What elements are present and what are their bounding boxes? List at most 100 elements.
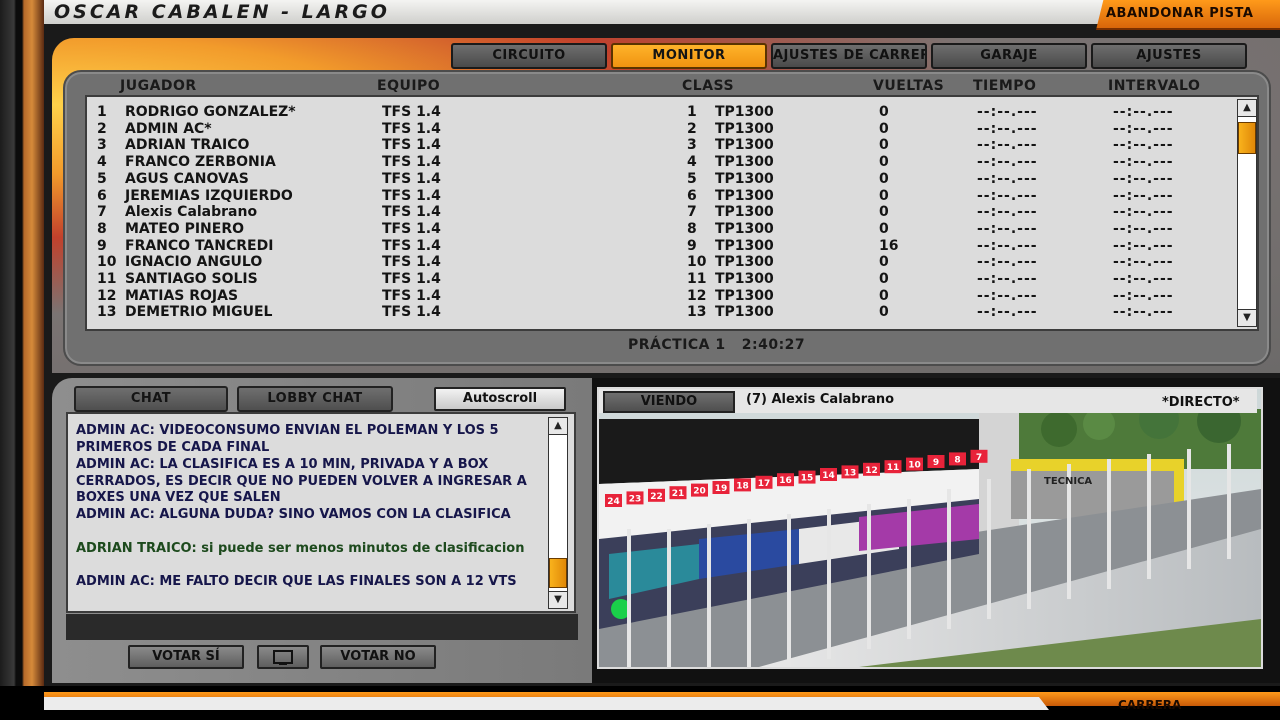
class-position: 4 [687,154,697,171]
vote-yes-button[interactable]: VOTAR SÍ [128,645,244,669]
scroll-thumb[interactable] [549,558,567,588]
table-row[interactable]: 9 FRANCO TANCREDI TFS 1.4 9 TP1300 16 --:--.--… [87,238,1227,255]
pit-number: 12 [865,466,878,476]
pit-number-board: 20 [691,483,708,497]
table-row[interactable]: 2 ADMIN AC* TFS 1.4 2 TP1300 0 --:--.--- --:--.… [87,121,1227,138]
class-position: 8 [687,220,697,237]
scroll-down-icon[interactable]: ▼ [548,591,568,609]
table-row[interactable]: 1 RODRIGO GONZALEZ* TFS 1.4 1 TP1300 0 --:--.-… [87,104,1227,121]
lobby-chat-tab-button[interactable]: LOBBY CHAT [237,386,393,412]
table-row[interactable]: 12 MATIAS ROJAS TFS 1.4 12 TP1300 0 --:--.--- -… [87,288,1227,305]
class-name: TP1300 [715,304,774,321]
player-name: DEMETRIO MIGUEL [125,304,273,321]
lap-time: --:--.--- [977,170,1038,187]
pit-number-board: 17 [755,475,773,489]
table-row[interactable]: 11 SANTIAGO SOLIS TFS 1.4 11 TP1300 0 --:--.--… [87,271,1227,288]
position: 2 [97,120,107,137]
position: 12 [97,287,117,304]
viewing-button[interactable]: VIENDO [603,391,735,413]
table-row[interactable]: 4 FRANCO ZERBONIA TFS 1.4 4 TP1300 0 --:--.---… [87,154,1227,171]
team-name: TFS 1.4 [382,170,441,187]
tab-circuito[interactable]: CIRCUITO [451,43,607,69]
laps-count: 0 [879,254,889,271]
pit-number: 15 [801,474,814,484]
pit-number: 13 [844,468,857,478]
chat-tab-button[interactable]: CHAT [74,386,228,412]
tab-race-settings[interactable]: AJUSTES DE CARRERA [771,43,927,69]
class-name: TP1300 [715,220,774,237]
player-name: RODRIGO GONZALEZ* [125,104,296,120]
lap-time: --:--.--- [977,204,1038,221]
pit-number: 22 [650,492,663,502]
team-name: TFS 1.4 [382,120,441,137]
player-name: ADRIAN TRAICO [125,137,250,154]
pit-number-board: 21 [669,486,687,500]
pit-number-board: 19 [712,481,730,494]
monitor-toggle-button[interactable] [257,645,309,669]
scroll-thumb[interactable] [1238,122,1256,154]
class-name: TP1300 [715,154,774,171]
scroll-up-icon[interactable]: ▲ [1237,99,1257,117]
tab-garage[interactable]: GARAJE [931,43,1087,69]
table-row[interactable]: 8 MATEO PINERO TFS 1.4 8 TP1300 0 --:--.--- --:… [87,221,1227,238]
position: 4 [97,154,107,171]
monitor-icon [273,650,293,665]
pit-number-board: 11 [884,460,902,474]
position: 13 [97,304,117,321]
chat-input[interactable] [66,614,578,640]
pit-number: 17 [758,479,771,489]
pit-number: 7 [976,453,982,463]
player-name: AGUS CANOVAS [125,170,249,187]
table-row[interactable]: 7 Alexis Calabrano TFS 1.4 7 TP1300 0 --:--.--… [87,204,1227,221]
class-name: TP1300 [715,137,774,154]
pit-number-board: 15 [798,470,816,484]
pit-number: 16 [779,476,792,486]
vote-no-button[interactable]: VOTAR NO [320,645,436,669]
class-name: TP1300 [715,204,774,221]
pit-lane-scene: TECNICA 24 23 22 21 20 19 18 17 16 15 14 13 12 11 10 9 8… [599,389,1261,667]
lap-time: --:--.--- [977,237,1038,254]
laps-count: 0 [879,271,889,287]
lap-time: --:--.--- [977,220,1038,237]
pit-number-board: 18 [734,478,751,492]
interval-time: --:--.--- [1113,120,1174,137]
scroll-up-icon[interactable]: ▲ [548,417,568,435]
pit-number-board: 13 [841,465,859,479]
pit-sign: TECNICA [1044,476,1092,487]
interval-time: --:--.--- [1113,254,1174,271]
table-row[interactable]: 6 JEREMIAS IZQUIERDO TFS 1.4 6 TP1300 0 --:--.… [87,188,1227,205]
laps-count: 0 [879,304,889,321]
team-name: TFS 1.4 [382,304,441,321]
team-name: TFS 1.4 [382,104,441,120]
team-name: TFS 1.4 [382,237,441,254]
window-title: OSCAR CABALEN - LARGO [54,1,390,23]
autoscroll-button[interactable]: Autoscroll [434,387,566,411]
standings-scrollbar[interactable]: ▲ ▼ [1237,99,1257,327]
header-player: JUGADOR [120,78,197,94]
abandon-track-button[interactable]: ABANDONAR PISTA [1096,0,1280,30]
class-name: TP1300 [715,104,774,120]
tab-settings[interactable]: AJUSTES [1091,43,1247,69]
scroll-down-icon[interactable]: ▼ [1237,309,1257,327]
team-name: TFS 1.4 [382,254,441,271]
pit-number-board: 14 [820,468,837,481]
camera-view: TECNICA 24 23 22 21 20 19 18 17 16 15 14 13 12 11 10 9 8… [597,387,1263,669]
table-row[interactable]: 3 ADRIAN TRAICO TFS 1.4 3 TP1300 0 --:--.--- --… [87,137,1227,154]
class-position: 11 [687,271,707,287]
lap-time: --:--.--- [977,254,1038,271]
chat-scrollbar[interactable]: ▲ ▼ [548,417,568,609]
tab-monitor[interactable]: MONITOR [611,43,767,69]
class-name: TP1300 [715,287,774,304]
table-row[interactable]: 5 AGUS CANOVAS TFS 1.4 5 TP1300 0 --:--.--- --:… [87,171,1227,188]
table-row[interactable]: 13 DEMETRIO MIGUEL TFS 1.4 13 TP1300 0 --:--.-… [87,304,1227,321]
position: 5 [97,170,107,187]
laps-count: 0 [879,120,889,137]
pit-number-board: 24 [605,494,622,507]
pit-number: 23 [629,494,642,504]
class-position: 1 [687,104,697,120]
table-row[interactable]: 10 IGNACIO ANGULO TFS 1.4 10 TP1300 0 --:--.--… [87,254,1227,271]
class-name: TP1300 [715,187,774,204]
laps-count: 0 [879,204,889,221]
left-edge-decoration [0,0,44,720]
team-name: TFS 1.4 [382,137,441,154]
